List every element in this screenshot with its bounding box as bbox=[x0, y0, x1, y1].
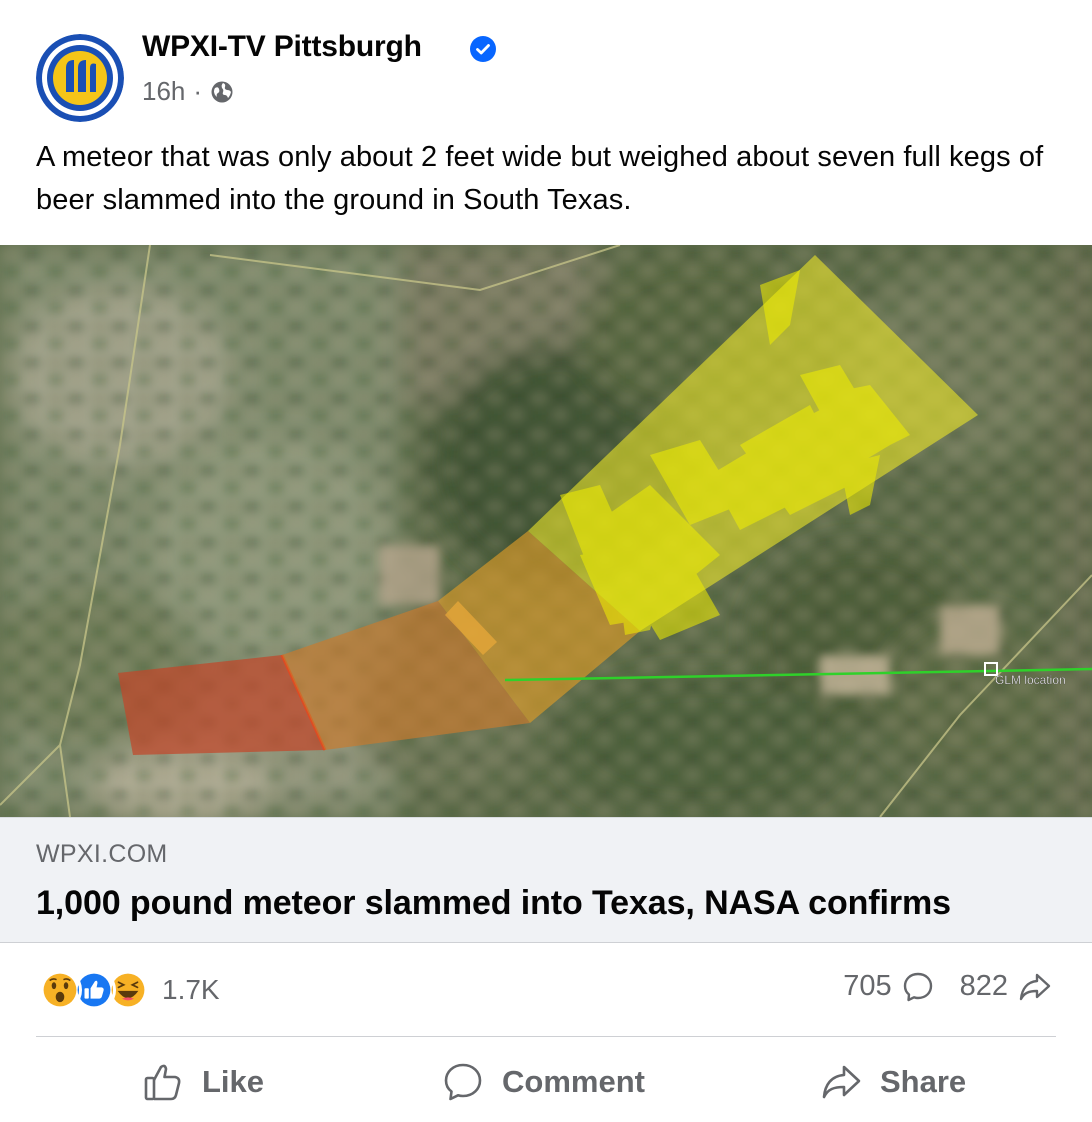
share-arrow-icon bbox=[1019, 973, 1051, 1000]
like-button[interactable]: Like bbox=[142, 1052, 264, 1112]
post-time[interactable]: 16h bbox=[142, 76, 185, 107]
share-count-link[interactable]: 822 bbox=[960, 970, 1052, 1003]
facebook-post: WPXI-TV Pittsburgh 16h · A meteor that w… bbox=[0, 0, 1092, 1122]
meta-separator: · bbox=[193, 76, 203, 106]
share-count: 822 bbox=[959, 970, 1008, 1002]
comment-label: Comment bbox=[502, 1064, 645, 1099]
page-name[interactable]: WPXI-TV Pittsburgh bbox=[142, 30, 422, 64]
post-actions: Like Comment Share bbox=[0, 1052, 1092, 1112]
wow-reaction-icon bbox=[38, 968, 82, 1012]
like-label: Like bbox=[202, 1064, 265, 1099]
comment-count: 705 bbox=[843, 970, 892, 1002]
engagement-counts: 705 822 bbox=[843, 970, 1052, 1003]
comment-bubble-icon bbox=[903, 972, 932, 1001]
verified-badge-icon bbox=[470, 36, 496, 62]
page-avatar[interactable] bbox=[36, 34, 124, 122]
post-meta: 16h · bbox=[142, 76, 234, 107]
globe-icon bbox=[211, 81, 233, 102]
comment-button[interactable]: Comment bbox=[442, 1052, 645, 1112]
reaction-count: 1.7K bbox=[162, 974, 220, 1005]
share-button[interactable]: Share bbox=[820, 1052, 966, 1112]
link-domain: WPXI.COM bbox=[36, 840, 168, 868]
meteor-path-map-image[interactable]: GLM location bbox=[0, 245, 1092, 817]
wpxi-logo-icon bbox=[36, 34, 124, 122]
share-label: Share bbox=[880, 1064, 967, 1099]
link-preview[interactable]: WPXI.COM 1,000 pound meteor slammed into… bbox=[0, 817, 1092, 943]
post-caption: A meteor that was only about 2 feet wide… bbox=[36, 141, 1044, 216]
reaction-summary[interactable]: 1.7K bbox=[38, 968, 220, 1012]
link-title: 1,000 pound meteor slammed into Texas, N… bbox=[36, 884, 951, 922]
thumbs-up-icon bbox=[144, 1064, 181, 1101]
actions-divider bbox=[36, 1036, 1056, 1037]
comment-icon bbox=[444, 1063, 482, 1101]
comment-count-link[interactable]: 705 bbox=[843, 970, 933, 1003]
share-icon bbox=[822, 1065, 861, 1099]
glm-location-label: GLM location bbox=[995, 673, 1066, 687]
